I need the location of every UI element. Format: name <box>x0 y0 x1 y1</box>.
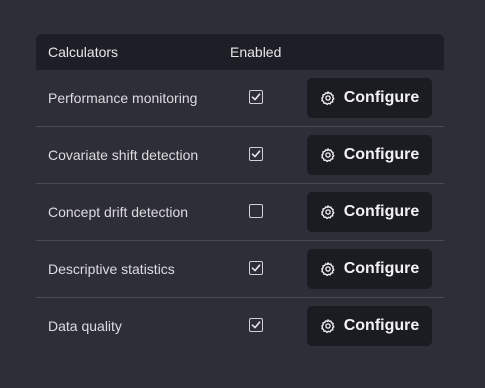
enabled-checkbox[interactable] <box>249 261 263 275</box>
calculator-label: Data quality <box>48 318 122 334</box>
calculator-label: Concept drift detection <box>48 204 189 220</box>
table-row: Descriptive statistics Configure <box>36 241 444 298</box>
configure-button-label: Configure <box>343 317 420 334</box>
gear-icon <box>320 261 336 277</box>
gear-icon <box>320 147 336 163</box>
configure-button[interactable]: Configure <box>307 135 432 175</box>
calculator-label: Covariate shift detection <box>48 147 199 163</box>
gear-icon <box>320 318 336 334</box>
configure-button-label: Configure <box>343 203 420 220</box>
table-row: Data quality Configure <box>36 298 444 354</box>
check-icon <box>251 92 261 102</box>
gear-icon <box>320 90 336 106</box>
check-icon <box>251 149 261 159</box>
gear-icon <box>320 204 336 220</box>
calculator-label: Performance monitoring <box>48 90 198 106</box>
configure-button[interactable]: Configure <box>307 249 432 289</box>
header-calculators: Calculators <box>48 44 119 60</box>
table-row: Concept drift detection Configure <box>36 184 444 241</box>
enabled-checkbox[interactable] <box>249 318 263 332</box>
table-row: Performance monitoring Configure <box>36 70 444 127</box>
calculators-table: Calculators Enabled Performance monitori… <box>36 34 444 354</box>
enabled-checkbox[interactable] <box>249 204 263 218</box>
check-icon <box>251 263 261 273</box>
calculator-label: Descriptive statistics <box>48 261 175 277</box>
configure-button-label: Configure <box>343 89 420 106</box>
table-row: Covariate shift detection Configure <box>36 127 444 184</box>
configure-button-label: Configure <box>343 260 420 277</box>
configure-button[interactable]: Configure <box>307 306 432 346</box>
check-icon <box>251 320 261 330</box>
configure-button-label: Configure <box>343 146 420 163</box>
table-header: Calculators Enabled <box>36 34 444 70</box>
configure-button[interactable]: Configure <box>307 192 432 232</box>
enabled-checkbox[interactable] <box>249 90 263 104</box>
configure-button[interactable]: Configure <box>307 78 432 118</box>
table-body: Performance monitoring Configure Covariate… <box>36 70 444 354</box>
header-enabled: Enabled <box>230 44 282 60</box>
enabled-checkbox[interactable] <box>249 147 263 161</box>
